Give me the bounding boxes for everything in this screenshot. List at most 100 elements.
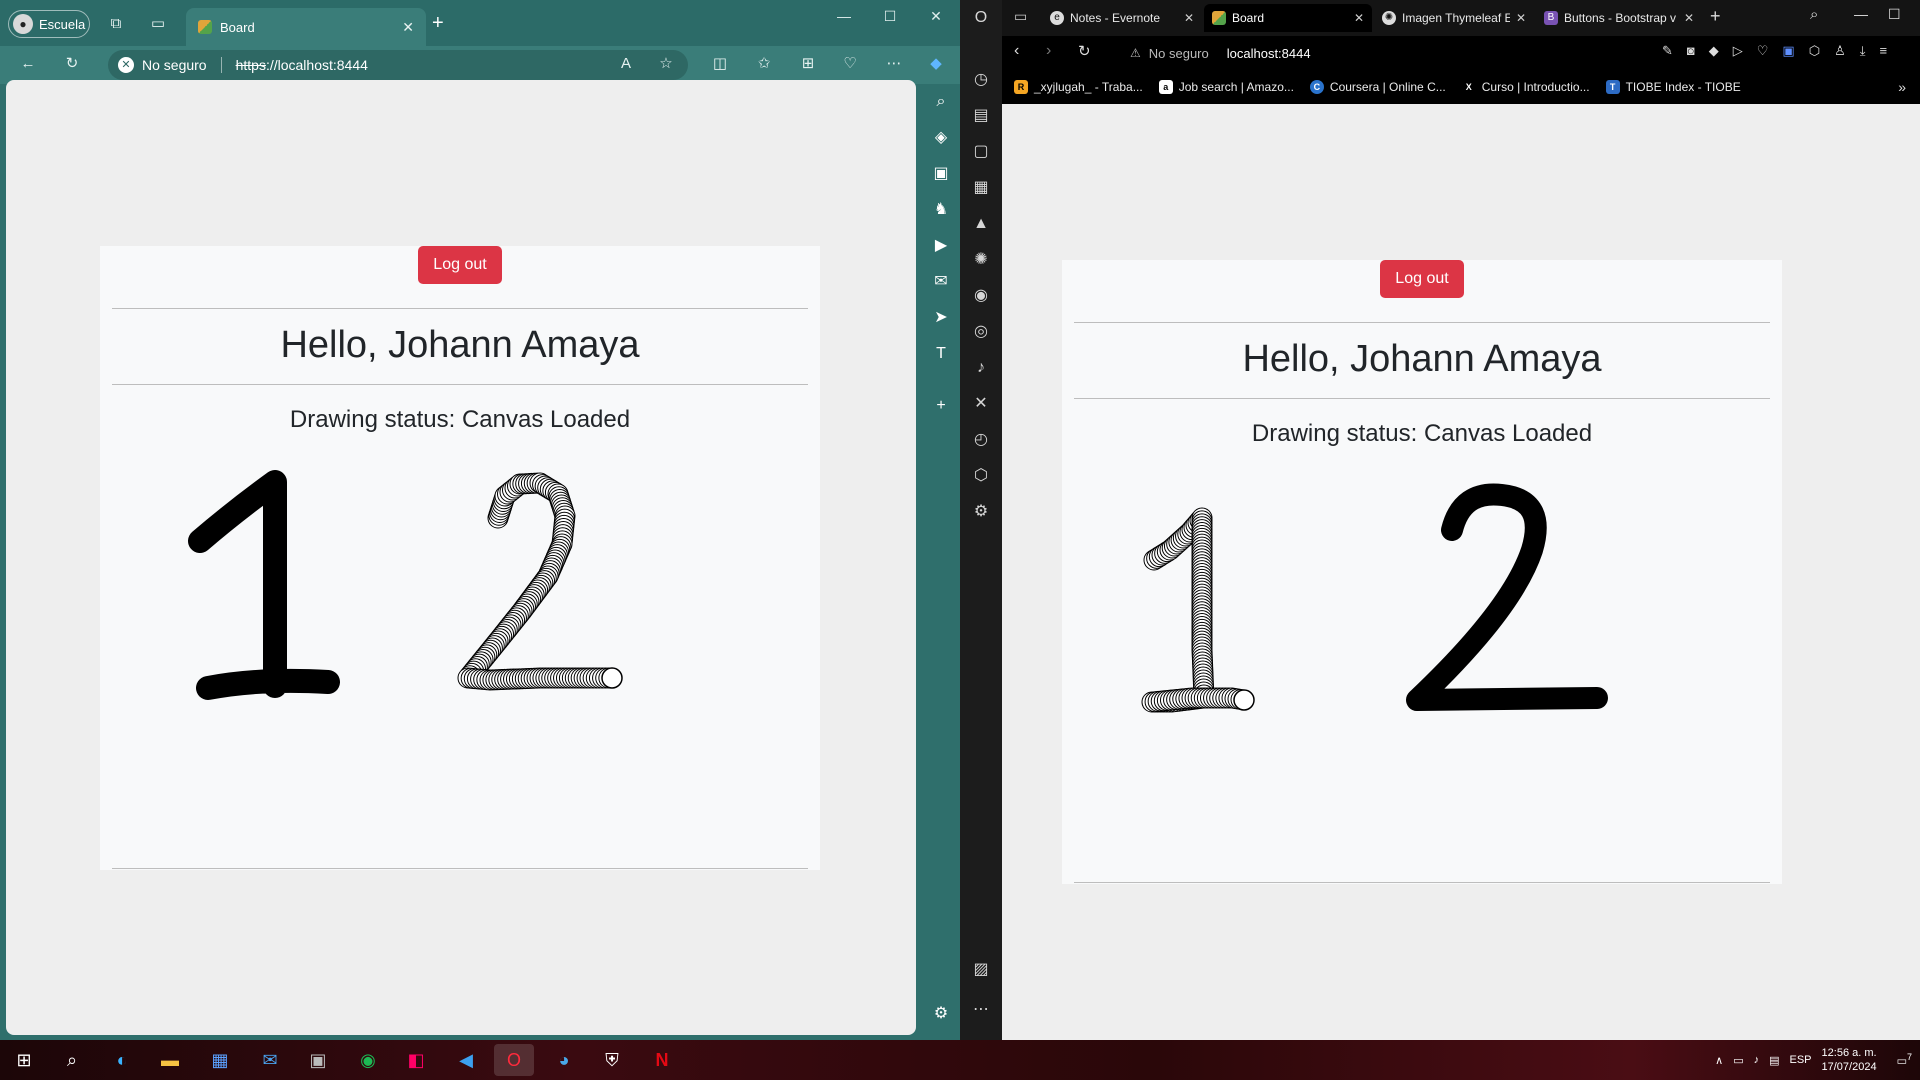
maximize-icon[interactable]: ☐ [1888,6,1901,23]
speed-dial-icon[interactable]: ◷ [960,62,1002,98]
mail-icon[interactable]: ✉ [250,1044,290,1076]
minimize-icon[interactable]: — [1854,6,1868,22]
close-icon[interactable]: ✕ [1354,11,1364,25]
aria-icon[interactable]: ▲ [960,206,1002,242]
tiktok-icon[interactable]: ♪ [960,350,1002,386]
meet-icon[interactable]: ▭ [1733,1054,1743,1067]
profile-icon[interactable]: ♙ [1834,43,1846,59]
favorite-icon[interactable]: ☆ [652,50,680,78]
file-explorer-icon[interactable]: ▬ [150,1044,190,1076]
search-icon[interactable]: ⌕ [52,1044,92,1076]
clock[interactable]: 12:56 a. m. 17/07/2024 [1822,1046,1877,1074]
volume-icon[interactable]: ♪ [1754,1054,1760,1066]
games-icon[interactable]: ♞ [922,192,960,228]
tab-bootstrap[interactable]: B Buttons - Bootstrap v ✕ [1536,4,1702,32]
workspaces-icon[interactable]: ▭ [1014,8,1027,25]
opera-logo-icon[interactable]: O [960,0,1002,36]
more-icon[interactable]: ⋯ [880,50,908,78]
docker-icon[interactable]: ◕ [544,1044,584,1076]
address-bar[interactable]: ✕ No seguro https://localhost:8444 [108,50,688,80]
instagram-icon[interactable]: ◎ [960,314,1002,350]
settings-icon[interactable]: ⚙ [922,996,960,1032]
edit-icon[interactable]: ✎ [1662,43,1673,59]
more-icon[interactable]: ⋯ [960,992,1002,1028]
gallery-icon[interactable]: ▨ [960,952,1002,988]
close-icon[interactable]: ✕ [1684,11,1694,25]
netflix-icon[interactable]: N [642,1044,682,1076]
tab-board[interactable]: Board ✕ [186,8,426,46]
split-screen-icon[interactable]: ◫ [706,50,734,78]
camera-icon[interactable]: ◙ [1687,43,1695,59]
tab-board[interactable]: Board ✕ [1204,4,1372,32]
adblock-icon[interactable]: ◆ [1709,43,1719,59]
maximize-icon[interactable]: ☐ [870,8,910,25]
x-icon[interactable]: ✕ [960,386,1002,422]
translate-icon[interactable]: ▣ [1782,43,1794,59]
profile-button[interactable]: ● Escuela [8,10,90,38]
collections-icon[interactable]: ⊞ [794,50,822,78]
refresh-icon[interactable]: ↻ [58,50,86,78]
bookmark-item[interactable]: a Job search | Amazo... [1158,80,1294,94]
wallet-icon[interactable]: ▤ [960,98,1002,134]
shopping-icon[interactable]: ◈ [922,120,960,156]
bookmark-item[interactable]: C Coursera | Online C... [1309,80,1446,94]
snapshot-icon[interactable]: ⬡ [960,458,1002,494]
favorites-icon[interactable]: ✩ [750,50,778,78]
copilot-icon[interactable]: ◆ [922,50,950,78]
vscode-icon[interactable]: ◀ [446,1044,486,1076]
back-icon[interactable]: ← [14,50,42,78]
chatgpt-icon[interactable]: ✺ [960,242,1002,278]
photos-icon[interactable]: ▣ [298,1044,338,1076]
spotify-icon[interactable]: ◉ [348,1044,388,1076]
notification-icon[interactable]: ▭7 [1897,1052,1912,1068]
bookmark-item[interactable]: X Curso | Introductio... [1461,80,1590,94]
download-icon[interactable]: ⤓ [1860,43,1866,59]
close-icon[interactable]: ✕ [1516,11,1526,25]
drawing-canvas[interactable] [1062,470,1782,880]
bing-icon[interactable]: ▶ [922,228,960,264]
back-icon[interactable]: ‹ [1014,42,1019,60]
send-icon[interactable]: ▷ [1733,43,1743,59]
workspaces-icon[interactable]: ⧉ [102,10,130,38]
read-aloud-icon[interactable]: A [612,50,640,78]
extensions-icon[interactable]: ⬡ [1809,43,1820,59]
logout-button[interactable]: Log out [418,246,502,284]
not-secure-icon[interactable]: ✕ [118,57,134,73]
telegram-icon[interactable]: ➤ [922,300,960,336]
bookmark-item[interactable]: T TIOBE Index - TIOBE [1605,80,1741,94]
drawing-canvas[interactable] [100,456,820,866]
new-tab-button[interactable]: + [432,12,444,35]
messenger-icon[interactable]: ◉ [960,278,1002,314]
extensions-icon[interactable]: ▦ [960,170,1002,206]
language-indicator[interactable]: ESP [1790,1054,1812,1066]
not-secure-icon[interactable]: ⚠ [1130,46,1141,60]
address-bar[interactable]: ⚠ No seguro localhost:8444 [1130,42,1311,64]
tab-thymeleaf[interactable]: ✺ Imagen Thymeleaf E ✕ [1374,4,1534,32]
opera-icon[interactable]: O [494,1044,534,1076]
teams-icon[interactable]: T [922,336,960,372]
close-window-icon[interactable]: ✕ [916,8,956,25]
store-icon[interactable]: ▦ [200,1044,240,1076]
tab-evernote[interactable]: e Notes - Evernote ✕ [1042,4,1202,32]
search-tabs-icon[interactable]: ⌕ [1810,6,1818,23]
forward-icon[interactable]: › [1046,42,1051,60]
security-icon[interactable]: ⛨ [592,1044,632,1076]
tab-actions-icon[interactable]: ▭ [144,10,172,38]
edge-icon[interactable]: ◐ [102,1044,142,1076]
history-icon[interactable]: ◴ [960,422,1002,458]
tools-icon[interactable]: ▣ [922,156,960,192]
start-icon[interactable]: ⊞ [4,1044,44,1076]
close-icon[interactable]: ✕ [402,19,414,36]
add-icon[interactable]: + [922,388,960,424]
performance-icon[interactable]: ♡ [836,50,864,78]
twitch-icon[interactable]: ▢ [960,134,1002,170]
search-icon[interactable]: ⌕ [922,84,960,120]
intellij-icon[interactable]: ◧ [396,1044,436,1076]
outlook-icon[interactable]: ✉ [922,264,960,300]
bookmark-item[interactable]: R _xyjlugah_ - Traba... [1014,80,1143,94]
chevron-up-icon[interactable]: ∧ [1715,1054,1723,1067]
minimize-icon[interactable]: — [824,8,864,24]
close-icon[interactable]: ✕ [1184,11,1194,25]
network-icon[interactable]: ▤ [1769,1054,1779,1067]
refresh-icon[interactable]: ↻ [1078,42,1091,60]
